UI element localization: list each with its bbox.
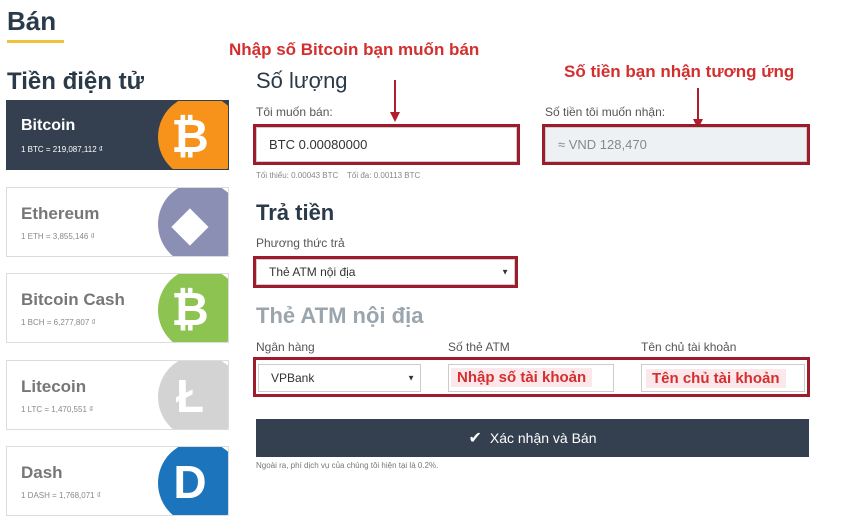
payment-method-value: Thẻ ATM nội địa — [269, 265, 356, 279]
bitcoin-icon: ₿ — [171, 110, 209, 162]
confirm-sell-label: Xác nhận và Bán — [489, 430, 597, 446]
annotation-enter-btc: Nhập số Bitcoin bạn muốn bán — [229, 40, 480, 59]
annotation-enter-account: Nhập số tài khoản — [451, 368, 593, 387]
card-number-input[interactable]: Nhập số tài khoản — [448, 364, 614, 392]
payment-method-label: Phương thức trả — [256, 236, 345, 250]
payment-section-title: Trả tiền — [256, 200, 335, 225]
sell-amount-input[interactable]: BTC 0.00080000 — [256, 127, 517, 162]
coin-name: Bitcoin Cash — [21, 290, 125, 309]
annotation-arrow-receive — [697, 88, 699, 120]
annotation-arrow-sell — [394, 80, 396, 113]
receive-label: Số tiền tôi muốn nhận: — [545, 105, 666, 119]
confirm-sell-button[interactable]: ✔ Xác nhận và Bán — [256, 419, 809, 457]
sidebar-title: Tiền điện tử — [7, 68, 144, 95]
coin-name: Ethereum — [21, 204, 100, 223]
annotation-arrow-sell-head — [390, 112, 400, 122]
coin-item-litecoin[interactable]: Ł Litecoin 1 LTC = 1,470,551 ₫ — [6, 360, 229, 430]
annotation-receive-amount: Số tiền bạn nhận tương ứng — [564, 62, 795, 81]
coin-price: 1 DASH = 1,768,071 ₫ — [21, 491, 101, 500]
bank-label: Ngân hàng — [256, 340, 315, 354]
coin-price: 1 BCH = 6,277,807 ₫ — [21, 318, 96, 327]
bank-value: VPBank — [271, 371, 315, 385]
coin-item-ethereum[interactable]: ◆ Ethereum 1 ETH = 3,855,146 ₫ — [6, 187, 229, 257]
amount-limits: Tối thiểu: 0.00043 BTC Tối đa: 0.00113 B… — [256, 171, 421, 180]
litecoin-icon: Ł — [175, 370, 205, 422]
page-title: Bán — [7, 6, 57, 36]
coin-price: 1 ETH = 3,855,146 ₫ — [21, 232, 95, 241]
sell-label: Tôi muốn bán: — [256, 105, 333, 119]
coin-price: 1 LTC = 1,470,551 ₫ — [21, 405, 94, 414]
payment-method-select[interactable]: Thẻ ATM nội địa ▼ — [256, 259, 515, 285]
coin-name: Litecoin — [21, 377, 87, 396]
fee-note: Ngoài ra, phí dịch vụ của chúng tôi hiện… — [256, 461, 439, 470]
amount-section-title: Số lượng — [256, 68, 348, 93]
dropdown-arrow-icon: ▼ — [501, 267, 509, 277]
coin-name: Bitcoin — [21, 117, 76, 134]
account-owner-input[interactable]: Tên chủ tài khoản — [641, 364, 805, 392]
coin-item-dash[interactable]: D Dash 1 DASH = 1,768,071 ₫ — [6, 446, 229, 516]
bank-select[interactable]: VPBank ▼ — [258, 364, 421, 392]
coin-item-bitcoin-cash[interactable]: ₿ Bitcoin Cash 1 BCH = 6,277,807 ₫ — [6, 273, 229, 343]
atm-section-title: Thẻ ATM nội địa — [256, 303, 424, 328]
check-icon: ✔ — [468, 430, 482, 447]
title-underline — [7, 40, 64, 43]
coin-price: 1 BTC = 219,087,112 ₫ — [21, 145, 104, 154]
ethereum-icon: ◆ — [172, 197, 208, 249]
bitcoin-cash-icon: ₿ — [171, 283, 209, 335]
annotation-owner-name: Tên chủ tài khoản — [646, 369, 786, 388]
receive-amount-input: ≈ VND 128,470 — [545, 127, 807, 162]
coin-name: Dash — [21, 463, 63, 482]
dash-icon: D — [173, 456, 207, 508]
coin-item-bitcoin[interactable]: ₿ Bitcoin 1 BTC = 219,087,112 ₫ — [6, 100, 229, 170]
card-number-label: Số thẻ ATM — [448, 340, 510, 354]
dropdown-arrow-icon: ▼ — [407, 373, 415, 383]
account-owner-label: Tên chủ tài khoản — [641, 340, 737, 354]
